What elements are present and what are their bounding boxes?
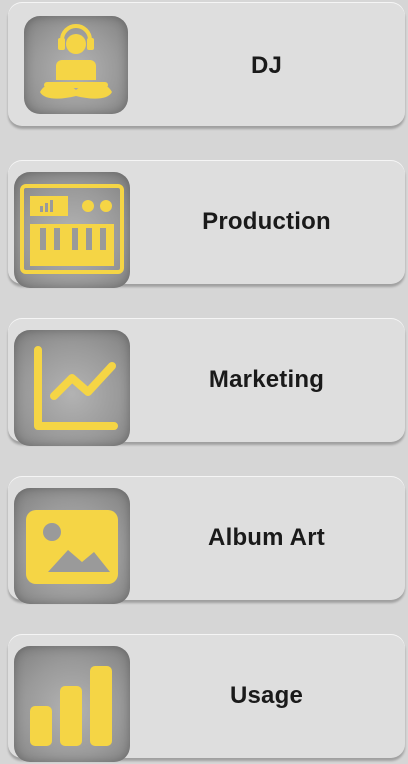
menu-item-dj[interactable]: DJ bbox=[8, 2, 405, 126]
menu-item-label: Usage bbox=[229, 682, 304, 709]
album-art-icon-graphic bbox=[26, 510, 118, 584]
menu-item-production[interactable]: Production bbox=[8, 160, 405, 288]
menu-item-label: Production bbox=[202, 208, 331, 235]
menu-item-marketing[interactable]: Marketing bbox=[8, 318, 405, 446]
dj-icon bbox=[24, 16, 128, 114]
usage-icon bbox=[14, 646, 130, 762]
menu-item-album-art[interactable]: Album Art bbox=[8, 476, 405, 604]
marketing-icon-graphic bbox=[34, 346, 118, 430]
menu-item-label: Marketing bbox=[208, 366, 325, 393]
marketing-icon bbox=[14, 330, 130, 446]
production-icon-graphic bbox=[20, 184, 124, 274]
usage-icon-graphic bbox=[30, 666, 112, 746]
dj-icon-graphic bbox=[40, 24, 112, 99]
menu-item-usage[interactable]: Usage bbox=[8, 634, 405, 762]
album-art-icon bbox=[14, 488, 130, 604]
menu-item-label: DJ bbox=[250, 52, 283, 79]
menu-item-label: Album Art bbox=[208, 524, 325, 551]
category-menu: DJ Production Marketing Album Art Usage bbox=[0, 0, 408, 764]
production-icon bbox=[14, 172, 130, 288]
